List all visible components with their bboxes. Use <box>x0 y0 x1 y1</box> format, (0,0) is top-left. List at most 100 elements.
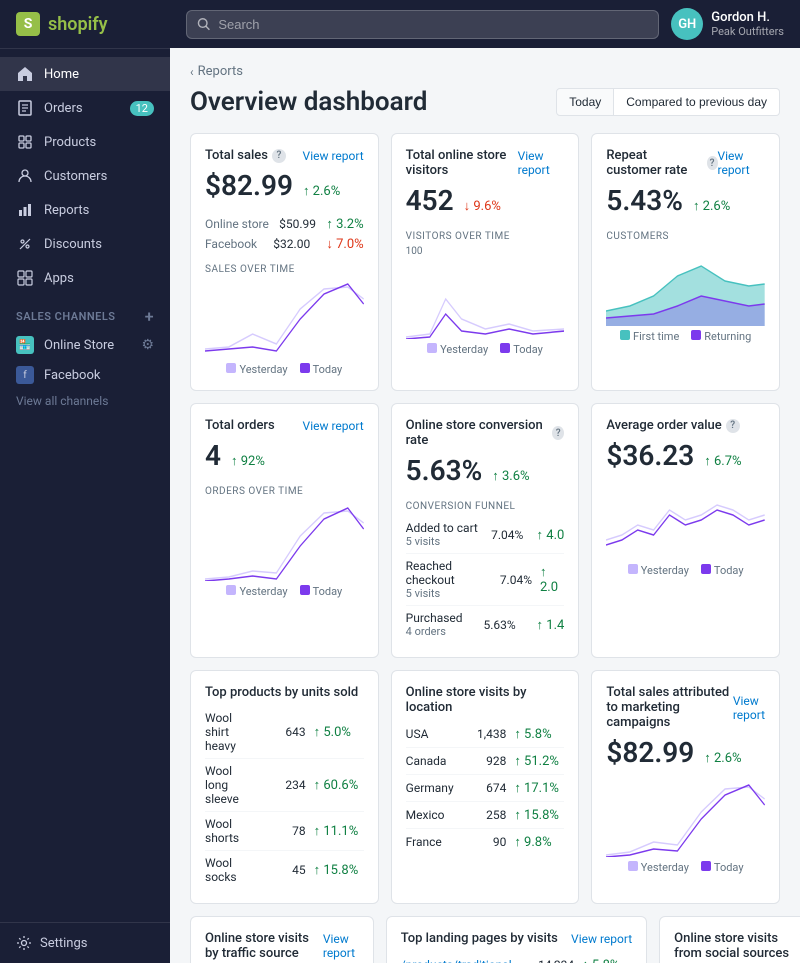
list-item: Canada 928 ↑ 51.2% <box>406 748 565 775</box>
total-orders-chart <box>205 501 364 581</box>
conversion-funnel: Added to cart5 visits 7.04% ↑ 4.0 Reache… <box>406 516 565 643</box>
sidebar-item-label-discounts: Discounts <box>44 237 102 252</box>
sub-metric-facebook-label: Facebook <box>205 237 257 251</box>
sidebar-item-home[interactable]: Home <box>0 57 170 91</box>
sub-metric-facebook-change: ↓ 7.0% <box>326 236 363 252</box>
total-orders-legend: Yesterday Today <box>205 585 364 598</box>
sidebar-channel-facebook[interactable]: f Facebook <box>0 360 170 390</box>
landing-pages-list: /products/traditional-... 14,234 ↑ 5.8% … <box>401 952 632 963</box>
repeat-customer-legend: First time Returning <box>606 330 765 343</box>
today-button[interactable]: Today <box>556 88 614 116</box>
online-visitors-title: Total online store visitors <box>406 148 518 178</box>
funnel-row-2-label: Purchased <box>406 611 463 625</box>
total-sales-chart <box>205 279 364 359</box>
avg-order-change: ↑ 6.7% <box>704 453 741 469</box>
funnel-row-0-pct: 7.04% <box>491 528 523 542</box>
avg-order-help-icon[interactable]: ? <box>726 419 740 433</box>
breadcrumb-label: Reports <box>198 64 243 79</box>
online-visitors-change: ↓ 9.6% <box>464 198 501 214</box>
total-orders-view-report[interactable]: View report <box>303 419 364 433</box>
funnel-row-0-sub: 5 visits <box>406 535 478 548</box>
list-item: Germany 674 ↑ 17.1% <box>406 775 565 802</box>
sales-marketing-change: ↑ 2.6% <box>704 750 741 766</box>
repeat-customer-chart <box>606 246 765 326</box>
sidebar-item-label-customers: Customers <box>44 169 107 184</box>
landing-pages-view-report[interactable]: View report <box>571 932 632 946</box>
funnel-row-1-change: ↑ 2.0 <box>540 564 564 595</box>
avg-order-legend: Yesterday Today <box>606 564 765 577</box>
card-visits-social: Online store visits from social sources … <box>659 916 800 963</box>
total-sales-view-report[interactable]: View report <box>303 149 364 163</box>
sidebar-channel-online-store[interactable]: 🏪 Online Store ⚙ <box>0 330 170 360</box>
repeat-customer-change: ↑ 2.6% <box>693 198 730 214</box>
settings-icon <box>16 935 32 951</box>
sidebar-item-apps[interactable]: Apps <box>0 261 170 295</box>
visits-location-list: USA 1,438 ↑ 5.8% Canada 928 ↑ 51.2% Germ… <box>406 721 565 855</box>
online-store-settings-icon[interactable]: ⚙ <box>141 337 154 353</box>
sidebar-item-products[interactable]: Products <box>0 125 170 159</box>
repeat-customer-view-report[interactable]: View report <box>718 149 766 177</box>
online-store-channel-icon: 🏪 <box>16 336 34 354</box>
card-online-visitors: Total online store visitors View report … <box>391 133 580 391</box>
card-sales-marketing: Total sales attributed to marketing camp… <box>591 670 780 904</box>
sidebar-settings[interactable]: Settings <box>0 922 170 963</box>
home-icon <box>16 65 34 83</box>
products-icon <box>16 133 34 151</box>
sales-marketing-legend: Yesterday Today <box>606 861 765 874</box>
shopify-logo-text: shopify <box>48 14 108 35</box>
orders-badge: 12 <box>130 101 154 116</box>
sidebar-item-label-reports: Reports <box>44 203 89 218</box>
funnel-row-1-label: Reached checkout <box>406 559 492 587</box>
sub-metric-online-store-label: Online store <box>205 217 269 231</box>
view-all-channels-link[interactable]: View all channels <box>0 390 170 416</box>
list-item: /products/traditional-... 14,234 ↑ 5.8% <box>401 952 632 963</box>
online-visitors-chart-label: VISITORS OVER TIME <box>406 231 565 242</box>
facebook-channel-icon: f <box>16 366 34 384</box>
breadcrumb[interactable]: ‹ Reports <box>190 64 780 79</box>
conversion-rate-value: 5.63% <box>406 454 483 487</box>
card-top-products: Top products by units sold Wool shirt he… <box>190 670 379 904</box>
user-store: Peak Outfitters <box>711 25 784 38</box>
user-name: Gordon H. <box>711 10 784 25</box>
sales-marketing-title: Total sales attributed to marketing camp… <box>606 685 732 730</box>
topbar: GH Gordon H. Peak Outfitters <box>170 0 800 48</box>
online-visitors-chart <box>406 259 565 339</box>
third-row: Top products by units sold Wool shirt he… <box>190 670 780 904</box>
sales-marketing-chart <box>606 777 765 857</box>
online-visitors-value: 452 <box>406 184 454 217</box>
reports-icon <box>16 201 34 219</box>
search-box[interactable] <box>186 10 659 39</box>
add-channel-icon[interactable]: + <box>145 307 154 326</box>
total-orders-value: 4 <box>205 439 221 472</box>
sidebar-item-label-orders: Orders <box>44 101 83 116</box>
funnel-row-0-change: ↑ 4.0 <box>537 527 565 543</box>
search-input[interactable] <box>218 17 648 32</box>
channel-label-facebook: Facebook <box>44 368 100 383</box>
sidebar-item-orders[interactable]: Orders 12 <box>0 91 170 125</box>
sidebar-item-reports[interactable]: Reports <box>0 193 170 227</box>
top-products-list: Wool shirt heavy 643 ↑ 5.0% Wool long sl… <box>205 706 364 889</box>
conversion-rate-title: Online store conversion rate ? <box>406 418 565 448</box>
fourth-row: Online store visits by traffic source Vi… <box>190 916 780 963</box>
online-visitors-view-report[interactable]: View report <box>518 149 565 177</box>
conversion-rate-help-icon[interactable]: ? <box>552 426 564 440</box>
user-details: Gordon H. Peak Outfitters <box>711 10 784 38</box>
sales-marketing-view-report[interactable]: View report <box>733 694 765 722</box>
funnel-row-0-label: Added to cart <box>406 521 478 535</box>
sidebar-logo[interactable]: S shopify <box>0 0 170 49</box>
repeat-customer-help-icon[interactable]: ? <box>707 156 718 170</box>
online-visitors-legend: Yesterday Today <box>406 343 565 356</box>
list-item: Wool socks 45 ↑ 15.8% <box>205 851 364 889</box>
visits-social-title: Online store visits from social sources <box>674 931 800 961</box>
sidebar-item-discounts[interactable]: Discounts <box>0 227 170 261</box>
card-landing-pages: Top landing pages by visits View report … <box>386 916 647 963</box>
sidebar-nav: Home Orders 12 Products Customers Repo <box>0 49 170 922</box>
total-sales-help-icon[interactable]: ? <box>272 149 286 163</box>
top-row: Total sales ? View report $82.99 ↑ 2.6% … <box>190 133 780 391</box>
sidebar-item-customers[interactable]: Customers <box>0 159 170 193</box>
total-orders-title: Total orders <box>205 418 275 433</box>
visits-traffic-view-report[interactable]: View report <box>323 932 359 960</box>
compare-button[interactable]: Compared to previous day <box>614 88 780 116</box>
user-info[interactable]: GH Gordon H. Peak Outfitters <box>671 8 784 40</box>
discounts-icon <box>16 235 34 253</box>
